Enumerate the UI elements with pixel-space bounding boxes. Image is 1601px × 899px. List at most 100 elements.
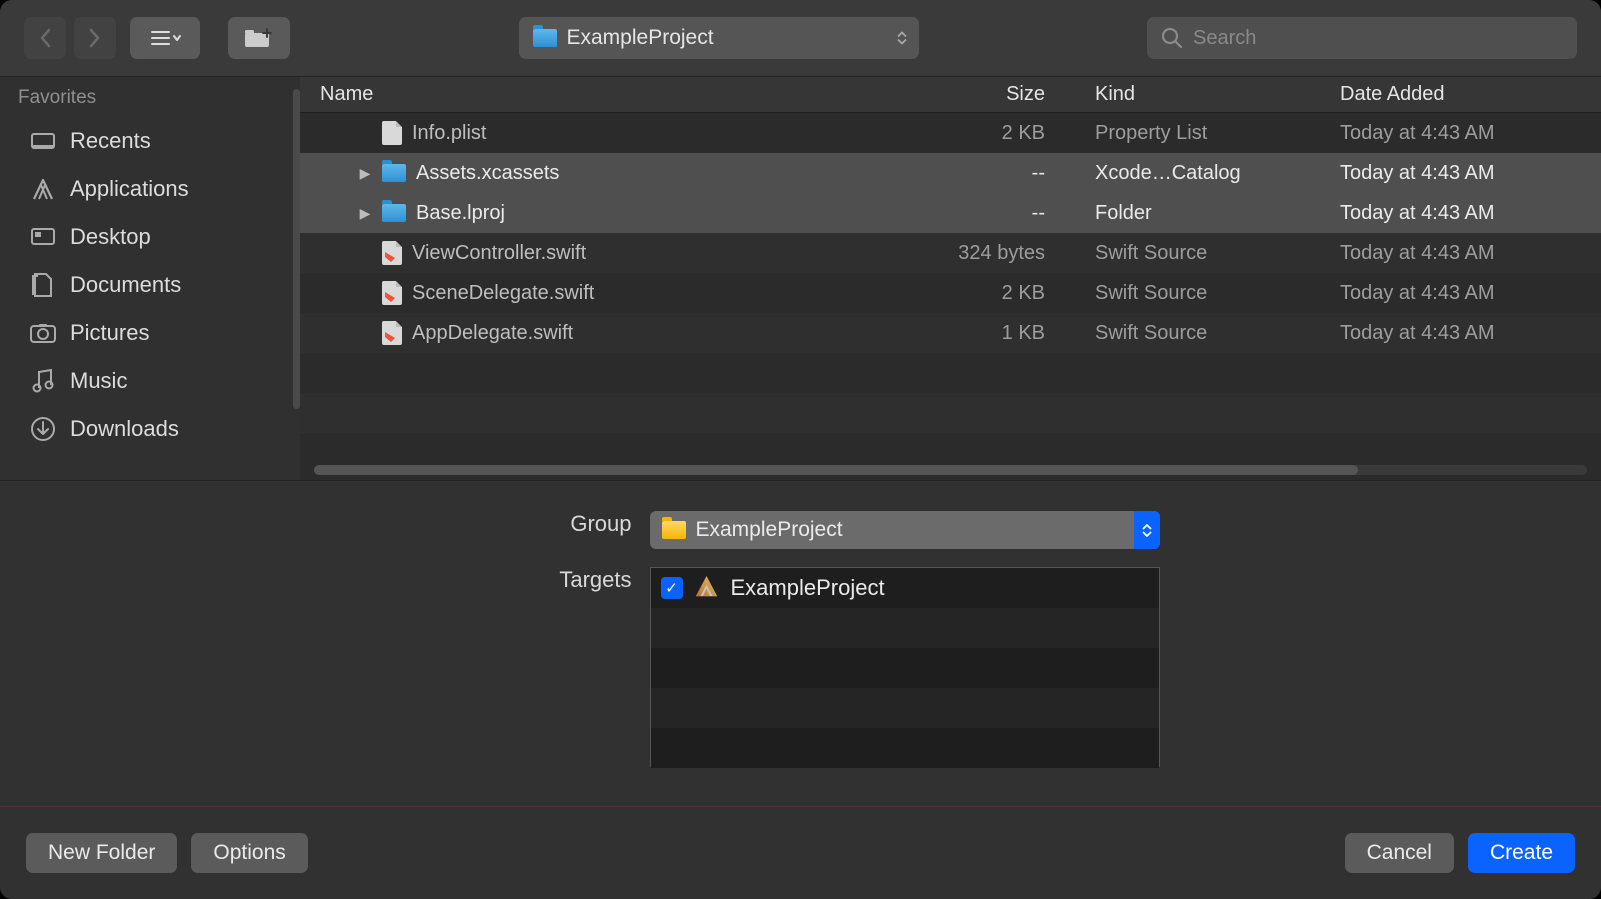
sidebar-item-documents[interactable]: Documents xyxy=(18,261,296,309)
scrollbar-thumb[interactable] xyxy=(314,465,1358,475)
path-label: ExampleProject xyxy=(567,26,714,50)
updown-arrows-icon xyxy=(897,32,907,45)
create-button[interactable]: Create xyxy=(1468,833,1575,873)
sidebar-item-label: Recents xyxy=(70,128,151,154)
file-size: -- xyxy=(880,162,1075,185)
sidebar-item-applications[interactable]: Applications xyxy=(18,165,296,213)
group-value: ExampleProject xyxy=(696,518,843,542)
toolbar-center: ExampleProject xyxy=(298,17,1139,59)
chevron-left-icon xyxy=(38,28,52,48)
column-header-row: Name Size Kind Date Added xyxy=(300,77,1601,113)
file-kind: Swift Source xyxy=(1075,282,1320,305)
folder-icon xyxy=(382,204,406,222)
targets-label: Targets xyxy=(442,567,632,593)
group-popup[interactable]: ExampleProject xyxy=(650,511,1160,549)
search-field[interactable] xyxy=(1147,17,1577,59)
column-header-size[interactable]: Size xyxy=(880,83,1075,106)
path-popup[interactable]: ExampleProject xyxy=(519,17,919,59)
view-mode-button[interactable] xyxy=(130,17,200,59)
cancel-button[interactable]: Cancel xyxy=(1345,833,1454,873)
swift-file-icon xyxy=(382,241,402,265)
file-date: Today at 4:43 AM xyxy=(1320,202,1601,225)
chevron-right-icon xyxy=(88,28,102,48)
file-kind: Xcode…Catalog xyxy=(1075,162,1320,185)
file-row[interactable]: Info.plist2 KBProperty ListToday at 4:43… xyxy=(300,113,1601,153)
nav-back-button[interactable] xyxy=(24,17,66,59)
file-icon xyxy=(382,121,402,145)
swift-file-icon xyxy=(382,321,402,345)
sidebar-item-label: Documents xyxy=(70,272,181,298)
downloads-icon xyxy=(28,416,58,442)
file-row-empty xyxy=(300,393,1601,433)
target-row-empty xyxy=(651,688,1159,728)
file-row-empty xyxy=(300,353,1601,393)
file-kind: Swift Source xyxy=(1075,242,1320,265)
new-folder-button[interactable]: New Folder xyxy=(26,833,177,873)
disclosure-triangle-icon[interactable]: ▶ xyxy=(358,165,372,182)
file-name: Base.lproj xyxy=(416,202,505,225)
search-input[interactable] xyxy=(1193,27,1563,50)
file-kind: Swift Source xyxy=(1075,322,1320,345)
target-row-empty xyxy=(651,648,1159,688)
file-kind: Property List xyxy=(1075,122,1320,145)
swift-file-icon xyxy=(382,281,402,305)
browser-area: Favorites Recents Applications Desktop Docu… xyxy=(0,76,1601,481)
sidebar-heading: Favorites xyxy=(18,87,296,109)
sidebar-item-pictures[interactable]: Pictures xyxy=(18,309,296,357)
file-name: Assets.xcassets xyxy=(416,162,559,185)
file-name: AppDelegate.swift xyxy=(412,322,573,345)
sidebar: Favorites Recents Applications Desktop Docu… xyxy=(0,77,300,480)
add-to-project-panel: Group ExampleProject Targets ✓ExamplePro… xyxy=(0,481,1601,806)
desktop-icon xyxy=(28,226,58,248)
recents-icon xyxy=(28,130,58,152)
disclosure-triangle-icon[interactable]: ▶ xyxy=(358,205,372,222)
file-date: Today at 4:43 AM xyxy=(1320,242,1601,265)
sidebar-item-label: Desktop xyxy=(70,224,151,250)
sidebar-item-desktop[interactable]: Desktop xyxy=(18,213,296,261)
folder-icon xyxy=(533,29,557,47)
file-date: Today at 4:43 AM xyxy=(1320,162,1601,185)
file-row[interactable]: SceneDelegate.swift2 KBSwift SourceToday… xyxy=(300,273,1601,313)
file-dialog: ExampleProject Favorites Recents Applicat… xyxy=(0,0,1601,899)
nav-forward-button[interactable] xyxy=(74,17,116,59)
targets-list: ✓ExampleProject xyxy=(650,567,1160,767)
sidebar-item-music[interactable]: Music xyxy=(18,357,296,405)
options-button[interactable]: Options xyxy=(191,833,307,873)
group-label: Group xyxy=(442,511,632,537)
file-name: Info.plist xyxy=(412,122,486,145)
column-header-kind[interactable]: Kind xyxy=(1075,83,1320,106)
sidebar-item-label: Downloads xyxy=(70,416,179,442)
target-row[interactable]: ✓ExampleProject xyxy=(651,568,1159,608)
file-list: Name Size Kind Date Added Info.plist2 KB… xyxy=(300,77,1601,480)
pictures-icon xyxy=(28,322,58,344)
folder-icon xyxy=(382,164,406,182)
file-name: ViewController.swift xyxy=(412,242,586,265)
file-date: Today at 4:43 AM xyxy=(1320,322,1601,345)
column-header-date[interactable]: Date Added xyxy=(1320,83,1601,106)
file-date: Today at 4:43 AM xyxy=(1320,282,1601,305)
file-size: -- xyxy=(880,202,1075,225)
sidebar-item-label: Applications xyxy=(70,176,189,202)
file-row[interactable]: ▶ Assets.xcassets --Xcode…CatalogToday at … xyxy=(300,153,1601,193)
column-header-name[interactable]: Name xyxy=(300,83,880,106)
music-icon xyxy=(28,368,58,394)
sidebar-item-recents[interactable]: Recents xyxy=(18,117,296,165)
target-checkbox[interactable]: ✓ xyxy=(661,577,683,599)
file-size: 1 KB xyxy=(880,322,1075,345)
new-folder-toolbar-button[interactable] xyxy=(228,17,290,59)
new-folder-icon xyxy=(243,27,275,49)
file-size: 324 bytes xyxy=(880,242,1075,265)
sidebar-item-label: Pictures xyxy=(70,320,149,346)
file-row[interactable]: ViewController.swift 324 bytesSwift Sourc… xyxy=(300,233,1601,273)
list-view-icon xyxy=(149,29,181,47)
horizontal-scrollbar[interactable] xyxy=(300,460,1601,480)
file-row[interactable]: ▶ Base.lproj --FolderToday at 4:43 AM xyxy=(300,193,1601,233)
file-row[interactable]: AppDelegate.swift 1 KBSwift SourceToday a… xyxy=(300,313,1601,353)
sidebar-item-downloads[interactable]: Downloads xyxy=(18,405,296,453)
popup-stepper-icon xyxy=(1134,511,1160,549)
target-row-empty xyxy=(651,728,1159,768)
file-kind: Folder xyxy=(1075,202,1320,225)
file-size: 2 KB xyxy=(880,282,1075,305)
app-target-icon xyxy=(695,576,719,600)
bottom-bar: New Folder Options Cancel Create xyxy=(0,806,1601,899)
